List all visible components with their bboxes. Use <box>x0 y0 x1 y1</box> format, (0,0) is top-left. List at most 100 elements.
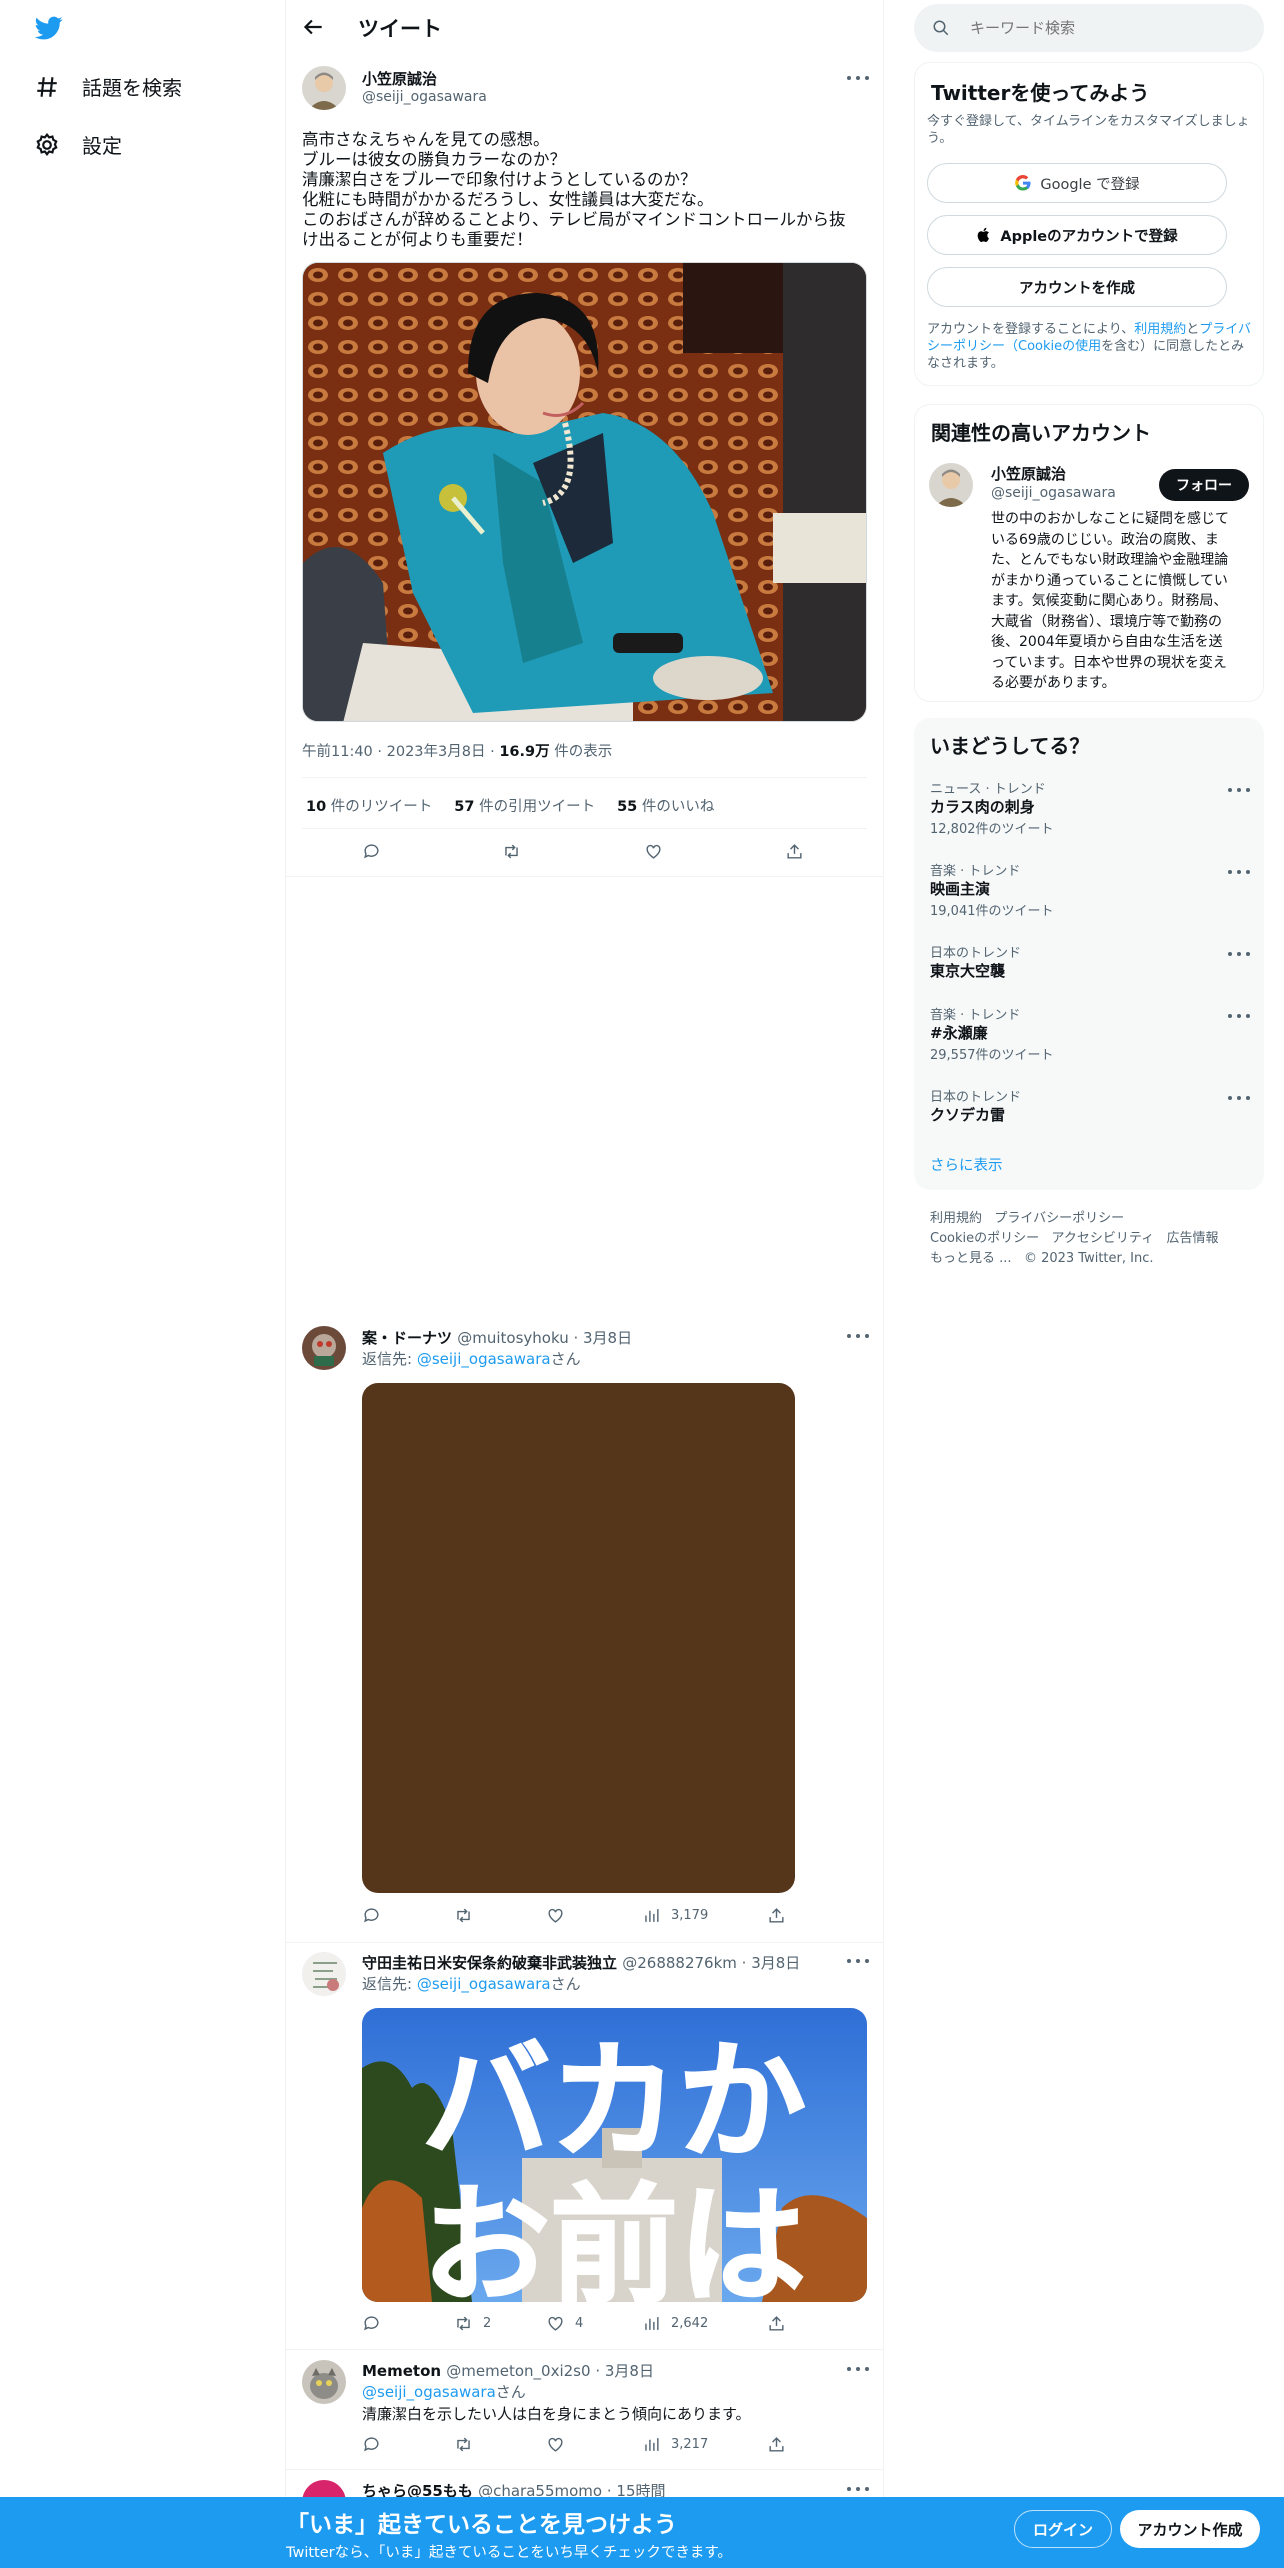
like-stat[interactable]: 55 件のいいね <box>617 795 714 816</box>
share-button[interactable] <box>767 2314 786 2333</box>
trend-name[interactable]: カラス肉の刺身 <box>930 796 1035 817</box>
divider <box>286 2349 883 2350</box>
search-box[interactable] <box>914 4 1264 52</box>
reply-mention[interactable]: @seiji_ogasawara <box>417 1350 551 1368</box>
more-icon[interactable] <box>1228 866 1250 878</box>
signup-button[interactable]: アカウント作成 <box>1120 2510 1260 2548</box>
more-icon[interactable] <box>847 2483 869 2495</box>
back-arrow-icon[interactable] <box>300 14 326 40</box>
reply-button[interactable] <box>362 2314 381 2333</box>
reply-media[interactable] <box>362 1383 795 1893</box>
more-icon[interactable] <box>1228 1010 1250 1022</box>
reply-avatar[interactable] <box>302 1952 346 1996</box>
login-button[interactable]: ログイン <box>1014 2510 1112 2548</box>
more-icon[interactable] <box>1228 948 1250 960</box>
views-button[interactable]: 2,642 <box>642 2314 708 2333</box>
quote-stat[interactable]: 57 件の引用ツイート <box>454 795 595 816</box>
bio-line: 後、2004年夏頃から自由な生活を送 <box>991 634 1223 650</box>
more-icon[interactable] <box>847 2363 869 2375</box>
trend-name[interactable]: 東京大空襲 <box>930 960 1005 981</box>
google-signup-label: Google で登録 <box>1040 176 1140 193</box>
reply-image[interactable]: バカか お前は <box>362 2008 867 2302</box>
views-button[interactable]: 3,217 <box>642 2435 708 2454</box>
twitter-bird-icon[interactable] <box>33 14 65 42</box>
share-button[interactable] <box>767 2435 786 2454</box>
reply-name: 守田圭祐日米安保条約破棄非武装独立 <box>362 1954 618 1972</box>
search-input[interactable] <box>970 4 1250 52</box>
apple-signup-button[interactable]: Appleのアカウントで登録 <box>927 215 1227 255</box>
more-icon[interactable] <box>847 1330 869 1342</box>
footer-privacy[interactable]: プライバシーポリシー <box>994 1211 1124 1226</box>
nav-explore[interactable]: 話題を検索 <box>34 72 182 101</box>
reply-mention[interactable]: @seiji_ogasawara <box>417 1975 551 1993</box>
trends-card: いまどうしてる？ ニュース · トレンド カラス肉の刺身 12,802件のツイー… <box>914 718 1264 1190</box>
author-handle[interactable]: @seiji_ogasawara <box>362 89 487 105</box>
like-button[interactable] <box>546 2435 565 2454</box>
footer-terms[interactable]: 利用規約 <box>930 1211 982 1226</box>
footer-more[interactable]: もっと見る ... <box>930 1251 1012 1266</box>
footer-ads[interactable]: 広告情報 <box>1167 1231 1219 1246</box>
terms-link[interactable]: 利用規約 <box>1134 322 1186 337</box>
retweet-button[interactable]: 2 <box>454 2314 491 2333</box>
more-icon[interactable] <box>847 72 869 84</box>
reply-date: 3月8日 <box>604 2362 654 2380</box>
google-signup-button[interactable]: Google で登録 <box>927 163 1227 203</box>
views-button[interactable]: 3,179 <box>642 1906 708 1925</box>
retweet-stat[interactable]: 10 件のリツイート <box>306 795 432 816</box>
author-avatar[interactable] <box>302 66 346 110</box>
like-button[interactable] <box>546 1906 565 1925</box>
reply-mention[interactable]: @seiji_ogasawara <box>362 2383 496 2401</box>
tweet-stats: 10 件のリツイート 57 件の引用ツイート 55 件のいいね <box>306 795 714 816</box>
reply-author[interactable]: 案・ドーナツ @muitosyhoku · 3月8日 <box>362 1327 632 1348</box>
retweet-button[interactable] <box>454 2435 473 2454</box>
retweet-button[interactable] <box>502 842 521 861</box>
follow-button[interactable]: フォロー <box>1159 469 1249 501</box>
gear-icon <box>36 132 58 156</box>
reply-avatar[interactable] <box>302 2360 346 2404</box>
like-button[interactable]: 4 <box>546 2314 583 2333</box>
reply-button[interactable] <box>362 1906 381 1925</box>
reply-name: Memeton <box>362 2362 442 2380</box>
reply-avatar[interactable] <box>302 1326 346 1370</box>
trends-title: いまどうしてる？ <box>930 734 1090 758</box>
tweet-timestamp[interactable]: 午前11:40 · 2023年3月8日 · 16.9万 件の表示 <box>302 740 612 761</box>
legal-and: と <box>1186 322 1200 337</box>
apple-icon <box>978 227 990 242</box>
trend-name[interactable]: クソデカ雷 <box>930 1104 1005 1125</box>
legal-text: アカウントを登録することにより、 <box>927 322 1135 337</box>
reply-author[interactable]: 守田圭祐日米安保条約破棄非武装独立 @26888276km · 3月8日 <box>362 1952 800 1973</box>
retweet-button[interactable] <box>454 1906 473 1925</box>
nav-settings[interactable]: 設定 <box>34 130 122 159</box>
related-handle[interactable]: @seiji_ogasawara <box>991 485 1116 501</box>
reply-context: @seiji_ogasawaraさん <box>362 2381 526 2402</box>
author-name[interactable]: 小笠原誠治 <box>362 68 437 89</box>
reply-suffix: さん <box>550 1975 581 1993</box>
related-name[interactable]: 小笠原誠治 <box>991 463 1066 484</box>
related-bio: 世の中のおかしなことに疑問を感じて いる69歳のじじい。政治の腐敗、ま た、とん… <box>991 509 1253 694</box>
reply-button[interactable] <box>362 2435 381 2454</box>
trend-name[interactable]: #永瀬廉 <box>930 1022 988 1043</box>
footer-cookie[interactable]: Cookieのポリシー <box>930 1231 1039 1246</box>
divider <box>286 1942 883 1943</box>
cookie-link[interactable]: （Cookieの使用 <box>1005 339 1101 354</box>
bio-line: 大蔵省（財務省）、環境庁等で勤務の <box>991 613 1222 630</box>
banner-title: 「いま」起きていることを見つけよう <box>286 2512 677 2538</box>
share-button[interactable] <box>767 1906 786 1925</box>
google-icon <box>1015 174 1031 191</box>
reply-button[interactable] <box>362 842 381 861</box>
create-account-button[interactable]: アカウントを作成 <box>927 267 1227 307</box>
views-count: 2,642 <box>671 2316 709 2331</box>
footer-accessibility[interactable]: アクセシビリティ <box>1052 1231 1155 1246</box>
show-more-link[interactable]: さらに表示 <box>930 1154 1003 1175</box>
reply-author[interactable]: Memeton @memeton_0xi2s0 · 3月8日 <box>362 2360 654 2381</box>
related-avatar[interactable] <box>929 463 973 507</box>
like-button[interactable] <box>644 842 663 861</box>
more-icon[interactable] <box>847 1955 869 1967</box>
trend-category: 音楽 · トレンド <box>930 1008 1021 1023</box>
more-icon[interactable] <box>1228 784 1250 796</box>
reply-handle: @memeton_0xi2s0 <box>446 2362 591 2380</box>
share-button[interactable] <box>785 842 804 861</box>
trend-name[interactable]: 映画主演 <box>930 878 990 899</box>
tweet-photo[interactable] <box>302 262 867 722</box>
more-icon[interactable] <box>1228 1092 1250 1104</box>
